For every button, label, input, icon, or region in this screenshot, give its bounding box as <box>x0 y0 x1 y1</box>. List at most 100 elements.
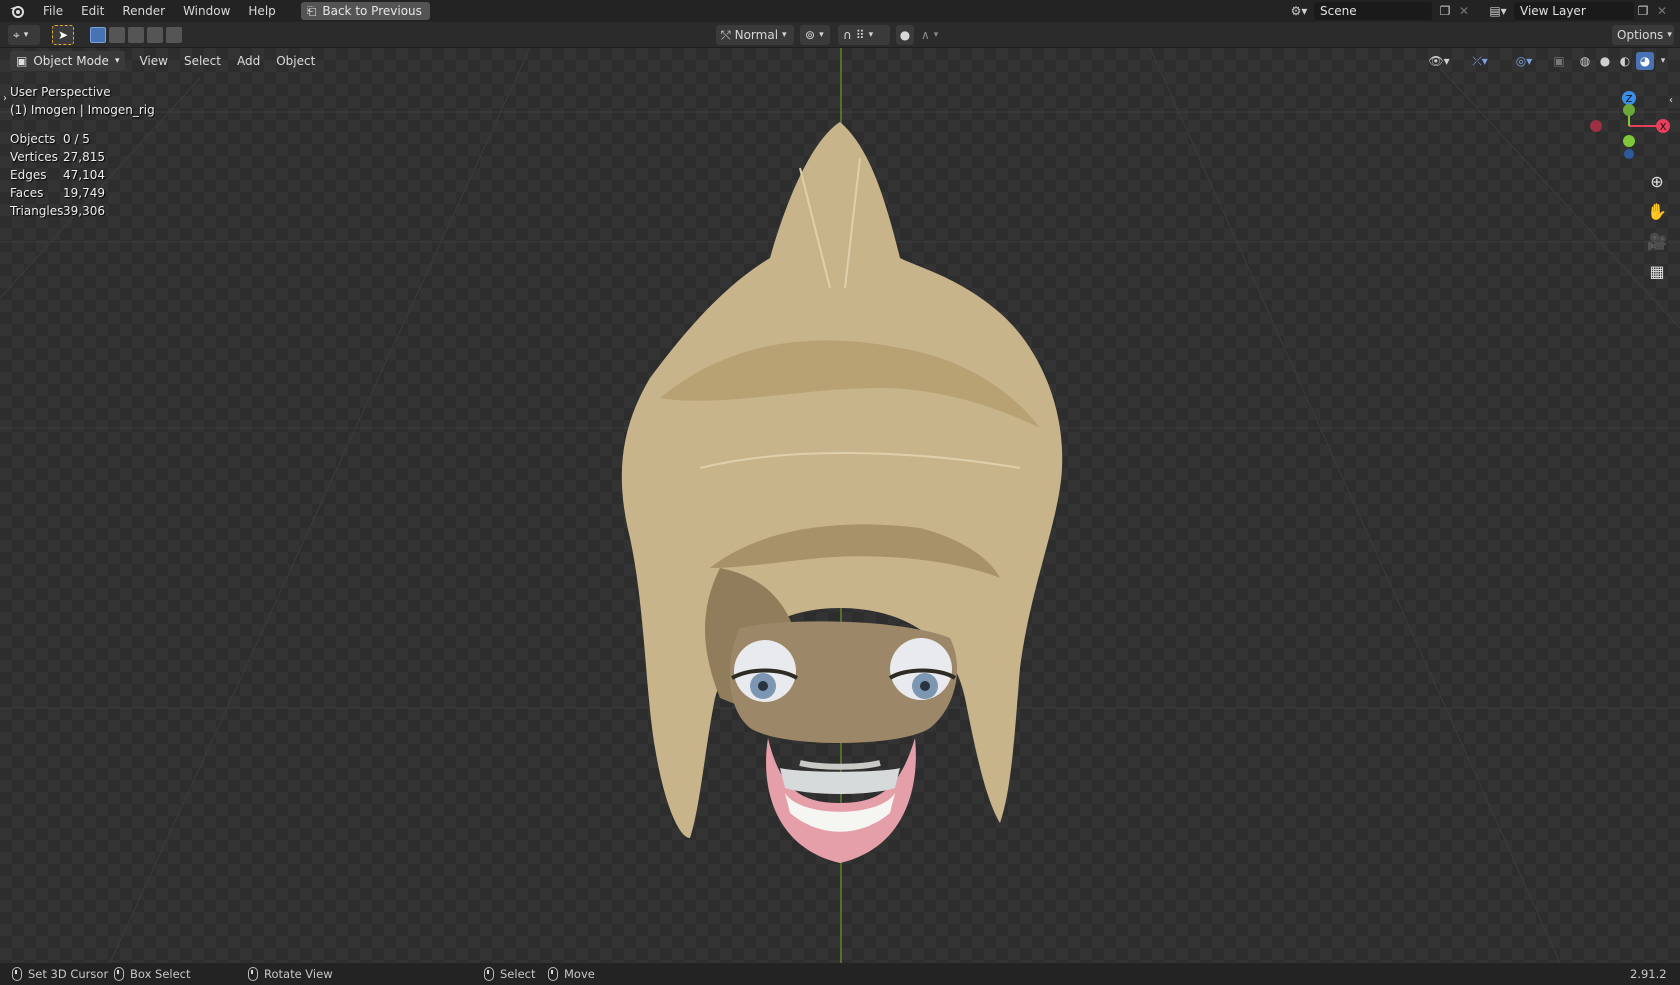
view-layer-selector-icon[interactable]: ▤▾ <box>1484 2 1512 20</box>
options-label: Options <box>1617 28 1664 42</box>
stats-value: 27,815 <box>63 150 105 164</box>
shading-options-chevron-icon[interactable]: ▾ <box>1656 52 1670 70</box>
blender-logo-icon[interactable] <box>0 2 34 20</box>
status-set-cursor: Set 3D Cursor <box>12 963 108 985</box>
solid-shading-icon[interactable]: ● <box>1596 52 1614 70</box>
status-box-select: Box Select <box>114 963 191 985</box>
stats-row: Triangles 39,306 <box>10 202 105 220</box>
menu-file[interactable]: File <box>34 0 72 22</box>
cursor-arrow-icon: ➤ <box>57 28 69 42</box>
select-new-icon[interactable] <box>90 27 106 43</box>
stats-row: Vertices 27,815 <box>10 148 105 166</box>
delete-scene-icon[interactable]: ✕ <box>1456 2 1472 20</box>
menu-add[interactable]: Add <box>229 48 268 74</box>
status-set-cursor-label: Set 3D Cursor <box>28 967 109 981</box>
gizmo-neg-z-axis <box>1624 149 1634 159</box>
material-shading-icon[interactable]: ◐ <box>1616 52 1634 70</box>
menu-object[interactable]: Object <box>268 48 323 74</box>
tool-settings-bar: ⌖ ▾ ➤ ⤲ Normal ▾ ⊚ ▾ ∩ ⠿ ▾ ● ∧ ▾ Options ▾ <box>0 22 1680 48</box>
snap-toggle[interactable]: ∩ ⠿ ▾ <box>838 25 890 45</box>
scene-selector-icon[interactable]: ⚙▾ <box>1286 2 1312 20</box>
drag-mouse-icon <box>114 967 124 981</box>
gizmo-toggle-icon[interactable]: ⤫▾ <box>1462 52 1498 70</box>
chevron-down-icon: ▾ <box>782 30 787 40</box>
stats-label: Faces <box>10 186 44 200</box>
menu-help[interactable]: Help <box>239 0 284 22</box>
select-invert-icon[interactable] <box>147 27 163 43</box>
status-select-label: Select <box>500 967 536 981</box>
select-extend-icon[interactable] <box>109 27 125 43</box>
stats-row: Objects 0 / 5 <box>10 130 105 148</box>
chevron-down-icon: ▾ <box>933 30 939 40</box>
chevron-down-icon: ▾ <box>868 30 874 40</box>
view-perspective-label: User Perspective <box>10 85 111 99</box>
gizmo-neg-y-axis <box>1623 135 1635 147</box>
pivot-point-dropdown[interactable]: ⊚ ▾ <box>800 25 830 45</box>
stats-value: 39,306 <box>63 204 105 218</box>
view-layer-field[interactable]: View Layer <box>1514 2 1634 20</box>
falloff-curve-icon: ∧ <box>921 28 930 42</box>
viewport-scene <box>0 48 1680 963</box>
chevron-down-icon: ▾ <box>23 30 29 40</box>
3d-viewport[interactable]: ▣ Object Mode ▾ View Select Add Object 👁… <box>0 48 1680 963</box>
menu-render[interactable]: Render <box>113 0 174 22</box>
select-intersect-icon[interactable] <box>166 27 182 43</box>
new-view-layer-icon[interactable]: ❐ <box>1634 2 1652 20</box>
stats-value: 47,104 <box>63 168 105 182</box>
sidebar-toggle-icon[interactable]: ‹ <box>1664 88 1678 112</box>
proportional-editing-toggle[interactable]: ● <box>896 25 914 45</box>
wireframe-shading-icon[interactable]: ◍ <box>1576 52 1594 70</box>
navigation-gizmo[interactable]: Z X <box>1585 88 1675 168</box>
xray-toggle-icon[interactable]: ▣ <box>1550 52 1568 70</box>
viewport-info-overlay: User Perspective (1) Imogen | Imogen_rig <box>10 83 155 119</box>
delete-view-layer-icon[interactable]: ✕ <box>1654 2 1670 20</box>
gizmo-neg-x-axis <box>1590 120 1602 132</box>
stats-label: Triangles <box>10 204 64 218</box>
toolbar-toggle-icon[interactable]: › <box>0 86 10 110</box>
editor-type-icon: ⌖ <box>13 27 20 42</box>
new-scene-icon[interactable]: ❐ <box>1436 2 1454 20</box>
chevron-down-icon: ▾ <box>114 56 120 66</box>
transform-orientation-dropdown[interactable]: ⤲ Normal ▾ <box>716 25 794 45</box>
orientation-icon: ⤲ <box>721 27 731 42</box>
stats-label: Edges <box>10 168 47 182</box>
stats-label: Objects <box>10 132 56 146</box>
back-to-previous-button[interactable]: ⎗ Back to Previous <box>300 2 430 20</box>
options-dropdown[interactable]: Options ▾ <box>1612 25 1674 45</box>
back-icon: ⎗ <box>306 3 317 18</box>
snap-grid-icon: ⠿ <box>855 28 865 42</box>
status-select: Select <box>484 963 535 985</box>
chevron-down-icon: ▾ <box>819 30 824 40</box>
rendered-shading-icon[interactable]: ◕ <box>1636 52 1654 70</box>
menu-edit[interactable]: Edit <box>72 0 113 22</box>
stats-label: Vertices <box>10 150 58 164</box>
stats-value: 0 / 5 <box>63 132 90 146</box>
right-mouse-icon <box>484 967 494 981</box>
select-subtract-icon[interactable] <box>128 27 144 43</box>
menu-select[interactable]: Select <box>176 48 229 74</box>
stats-value: 19,749 <box>63 186 105 200</box>
gizmo-x-label: X <box>1660 122 1667 133</box>
zoom-icon[interactable]: ⊕ <box>1645 169 1669 193</box>
pan-hand-icon[interactable]: ✋ <box>1645 199 1669 223</box>
overlays-toggle-icon[interactable]: ◎▾ <box>1506 52 1542 70</box>
pivot-icon: ⊚ <box>805 28 816 42</box>
visibility-eye-icon[interactable]: 👁▾ <box>1424 52 1454 70</box>
menu-view[interactable]: View <box>131 48 175 74</box>
stats-row: Faces 19,749 <box>10 184 105 202</box>
status-bar: Set 3D Cursor Box Select Rotate View Sel… <box>0 963 1680 985</box>
menu-window[interactable]: Window <box>174 0 239 22</box>
gizmo-y-axis <box>1623 104 1635 116</box>
scene-name-field[interactable]: Scene <box>1314 2 1432 20</box>
camera-view-icon[interactable]: 🎥 <box>1645 229 1669 253</box>
editor-type-dropdown[interactable]: ⌖ ▾ <box>8 25 40 45</box>
object-mode-dropdown[interactable]: ▣ Object Mode ▾ <box>10 51 126 71</box>
perspective-toggle-icon[interactable]: ▦ <box>1645 259 1669 283</box>
stats-row: Edges 47,104 <box>10 166 105 184</box>
object-mode-label: Object Mode <box>33 54 109 68</box>
select-tool-button[interactable]: ➤ <box>52 25 74 45</box>
status-rotate-view-label: Rotate View <box>264 967 333 981</box>
left-mouse-icon <box>12 967 22 981</box>
falloff-dropdown[interactable]: ∧ ▾ <box>916 25 946 45</box>
back-to-previous-label: Back to Previous <box>322 4 422 18</box>
